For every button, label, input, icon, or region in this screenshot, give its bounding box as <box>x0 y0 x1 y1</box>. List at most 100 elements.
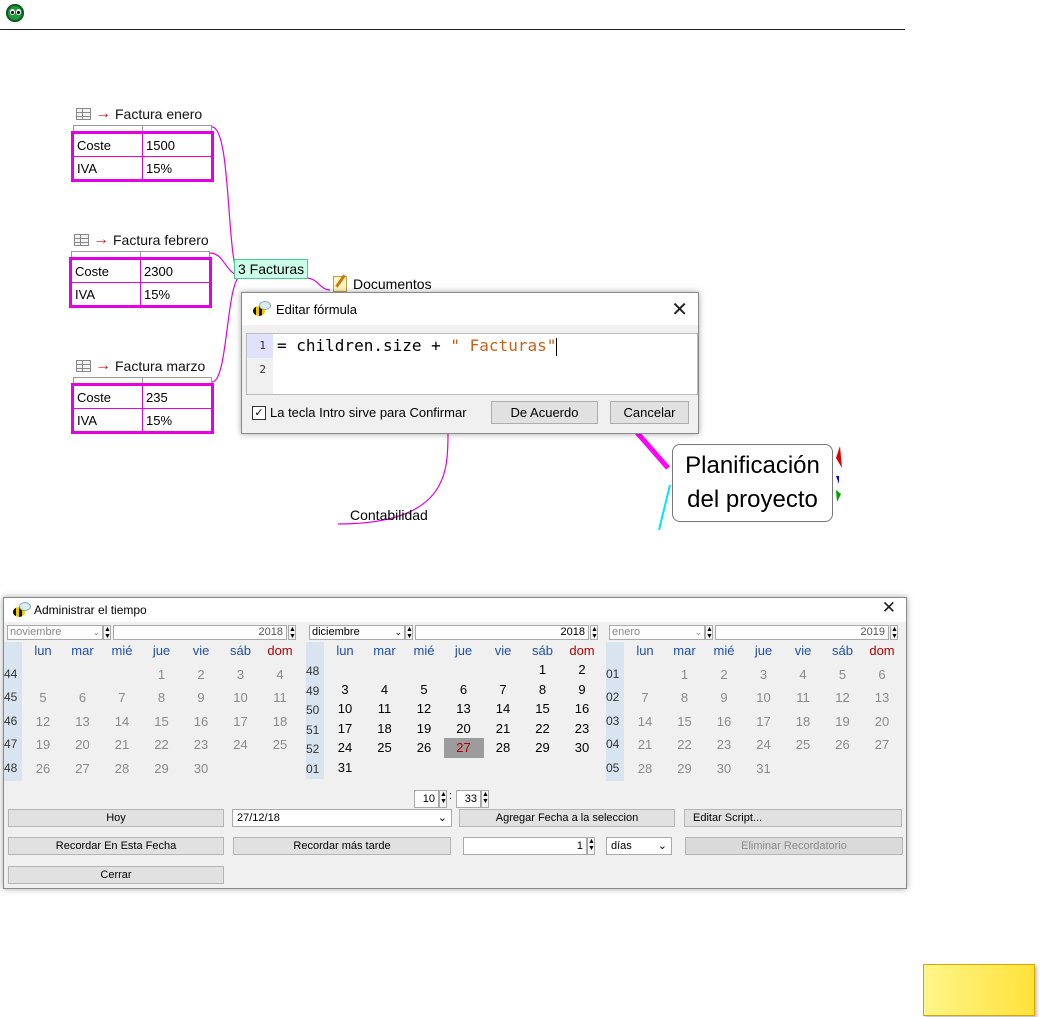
cell[interactable]: 15% <box>142 156 213 181</box>
calendar-day[interactable]: 7 <box>102 686 142 709</box>
calendar-day[interactable]: 4 <box>365 680 405 700</box>
calendar-day[interactable]: 11 <box>365 699 405 719</box>
calendar-day[interactable]: 16 <box>181 710 221 733</box>
year-field[interactable]: 2019 <box>715 625 889 640</box>
month-spinner[interactable]: ▲ ▼ <box>103 625 111 640</box>
calendar-day[interactable]: 1 <box>665 663 705 686</box>
cell[interactable]: 2300 <box>140 258 211 283</box>
calendar-day[interactable]: 30 <box>562 738 602 758</box>
add-date-button[interactable]: Agregar Fecha a la seleccion <box>459 809 675 827</box>
minute-spinner[interactable]: ▲ ▼ <box>481 790 489 808</box>
formula-dialog-titlebar[interactable]: Editar fórmula ✕ <box>242 293 698 325</box>
month-select[interactable]: enero ⌄ <box>609 625 705 640</box>
calendar-day[interactable]: 23 <box>704 733 744 756</box>
node-factura-febrero[interactable]: → Factura febrero <box>74 232 209 248</box>
remind-amount-spinner[interactable]: ▲ ▼ <box>587 837 595 855</box>
calendar-day[interactable]: 18 <box>783 710 823 733</box>
calendar-day[interactable]: 17 <box>325 719 365 739</box>
calendar-day[interactable]: 14 <box>483 699 523 719</box>
cell[interactable]: IVA <box>70 282 141 307</box>
calendar-day[interactable]: 12 <box>23 710 63 733</box>
calendar-day[interactable]: 8 <box>142 686 182 709</box>
month-select[interactable]: diciembre ⌄ <box>309 625 405 640</box>
calendar-day[interactable]: 28 <box>102 757 142 780</box>
formula-editor[interactable]: 1 2 = children.size + " Facturas" <box>246 333 698 395</box>
edit-script-button[interactable]: Editar Script... <box>684 809 902 827</box>
calendar-day[interactable]: 27 <box>63 757 103 780</box>
calendar-day[interactable]: 23 <box>562 719 602 739</box>
minute-field[interactable]: 33 <box>456 790 481 808</box>
calendar-day[interactable]: 14 <box>102 710 142 733</box>
calendar-day[interactable]: 22 <box>523 719 563 739</box>
calendar-day[interactable]: 6 <box>862 663 902 686</box>
month-spinner[interactable]: ▲ ▼ <box>405 625 413 640</box>
calendar-day[interactable]: 25 <box>260 733 300 756</box>
calendar-day[interactable]: 27 <box>862 733 902 756</box>
cell[interactable]: IVA <box>72 408 143 433</box>
cancel-button[interactable]: Cancelar <box>610 401 689 424</box>
calendar-day[interactable]: 24 <box>744 733 784 756</box>
calendar-day[interactable]: 27 <box>443 738 484 758</box>
cell[interactable]: 235 <box>142 384 213 409</box>
calendar-day[interactable]: 4 <box>783 663 823 686</box>
calendar-day[interactable]: 13 <box>444 699 484 719</box>
calendar-day[interactable]: 7 <box>483 680 523 700</box>
remind-on-date-button[interactable]: Recordar En Esta Fecha <box>8 837 224 855</box>
calendar-day[interactable]: 5 <box>23 686 63 709</box>
cell[interactable]: IVA <box>72 156 143 181</box>
calendar-day[interactable]: 9 <box>704 686 744 709</box>
cell[interactable]: 15% <box>142 408 213 433</box>
calendar-day[interactable]: 17 <box>744 710 784 733</box>
hour-field[interactable]: 10 <box>414 790 439 808</box>
calendar-day[interactable]: 10 <box>325 699 365 719</box>
calendar-day[interactable]: 4 <box>260 663 300 686</box>
calendar-day[interactable]: 30 <box>704 757 744 780</box>
calendar-day[interactable]: 18 <box>365 719 405 739</box>
calendar-day[interactable]: 31 <box>744 757 784 780</box>
calendar-day[interactable]: 11 <box>260 686 300 709</box>
calendar-day[interactable]: 6 <box>444 680 484 700</box>
cell[interactable]: Coste <box>72 132 143 157</box>
calendar-day[interactable]: 3 <box>221 663 261 686</box>
unit-combobox[interactable]: días ⌄ <box>606 837 672 855</box>
calendar-day[interactable]: 2 <box>562 660 602 680</box>
close-icon[interactable]: ✕ <box>671 297 688 322</box>
remind-later-button[interactable]: Recordar más tarde <box>233 837 451 855</box>
close-icon[interactable]: ✕ <box>882 598 896 618</box>
time-dialog-titlebar[interactable]: Administrar el tiempo ✕ <box>4 598 906 622</box>
calendar-day[interactable]: 8 <box>523 680 563 700</box>
calendar-day[interactable]: 23 <box>181 733 221 756</box>
calendar-day[interactable]: 25 <box>365 738 405 758</box>
calendar-day[interactable]: 12 <box>823 686 863 709</box>
formula-code[interactable]: = children.size + " Facturas" <box>277 334 558 358</box>
calendar-day[interactable]: 20 <box>444 719 484 739</box>
year-spinner[interactable]: ▲ ▼ <box>890 625 898 640</box>
calendar-day[interactable]: 20 <box>63 733 103 756</box>
node-contabilidad[interactable]: Contabilidad <box>350 507 428 523</box>
remind-amount-field[interactable]: 1 <box>463 837 587 855</box>
calendar-day[interactable]: 1 <box>142 663 182 686</box>
calendar-day[interactable]: 17 <box>221 710 261 733</box>
node-factura-enero[interactable]: → Factura enero <box>76 106 202 122</box>
node-factura-marzo[interactable]: → Factura marzo <box>76 358 205 374</box>
ok-button[interactable]: De Acuerdo <box>491 401 598 424</box>
calendar-day[interactable]: 14 <box>625 710 665 733</box>
sticky-note[interactable] <box>923 964 1035 1016</box>
calendar-day[interactable]: 15 <box>523 699 563 719</box>
calendar-day[interactable]: 22 <box>665 733 705 756</box>
calendar-day[interactable]: 26 <box>823 733 863 756</box>
calendar-day[interactable]: 13 <box>862 686 902 709</box>
calendar-day[interactable]: 10 <box>221 686 261 709</box>
month-spinner[interactable]: ▲ ▼ <box>705 625 713 640</box>
calendar-day[interactable]: 10 <box>744 686 784 709</box>
calendar-day[interactable]: 15 <box>142 710 182 733</box>
calendar-day[interactable]: 9 <box>181 686 221 709</box>
date-combobox[interactable]: 27/12/18 ⌄ <box>232 809 452 827</box>
close-button[interactable]: Cerrar <box>8 866 224 884</box>
year-field[interactable]: 2018 <box>415 625 589 640</box>
calendar-day[interactable]: 29 <box>142 757 182 780</box>
calendar-day[interactable]: 29 <box>523 738 563 758</box>
calendar-day[interactable]: 5 <box>404 680 444 700</box>
calendar-day[interactable]: 25 <box>783 733 823 756</box>
calendar-day[interactable]: 2 <box>181 663 221 686</box>
